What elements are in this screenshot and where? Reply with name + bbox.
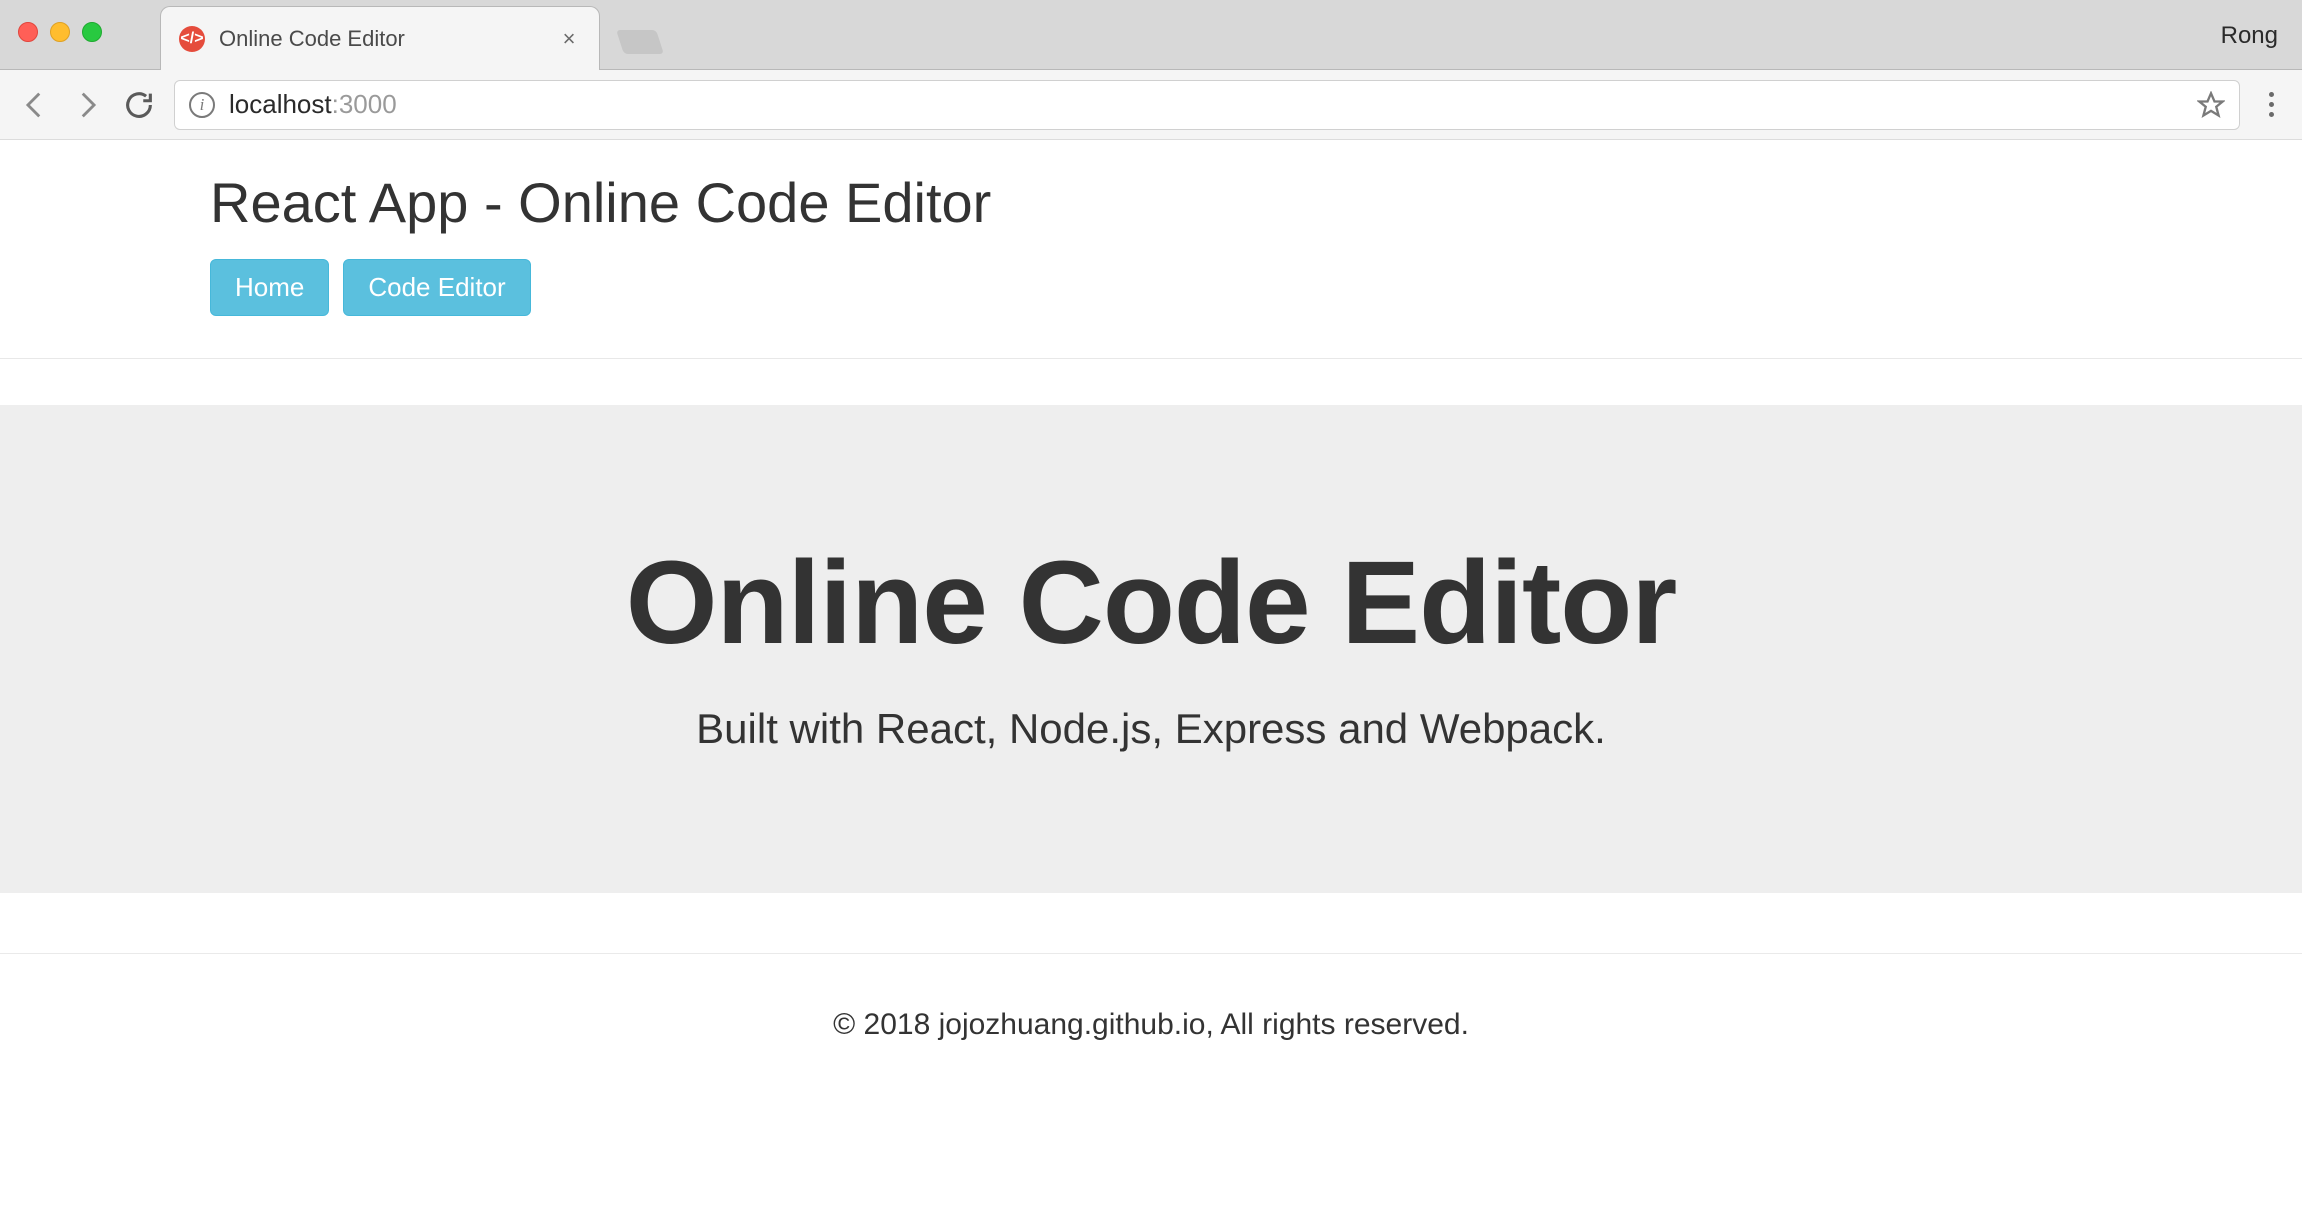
address-bar[interactable]: i localhost:3000 (174, 80, 2240, 130)
window-controls (18, 22, 102, 42)
minimize-window-button[interactable] (50, 22, 70, 42)
reload-icon[interactable] (122, 88, 156, 122)
back-icon[interactable] (18, 88, 52, 122)
bookmark-star-icon[interactable] (2197, 91, 2225, 119)
tab-title: Online Code Editor (219, 26, 543, 52)
new-tab-button[interactable] (616, 30, 664, 54)
maximize-window-button[interactable] (82, 22, 102, 42)
browser-tab[interactable]: </> Online Code Editor × (160, 6, 600, 70)
hero-title: Online Code Editor (0, 535, 2302, 671)
url-port: :3000 (332, 89, 397, 119)
page-title: React App - Online Code Editor (210, 170, 2092, 235)
home-button[interactable]: Home (210, 259, 329, 316)
close-window-button[interactable] (18, 22, 38, 42)
site-info-icon[interactable]: i (189, 92, 215, 118)
hero-subtitle: Built with React, Node.js, Express and W… (0, 705, 2302, 753)
url-text: localhost:3000 (229, 89, 397, 120)
code-editor-button[interactable]: Code Editor (343, 259, 530, 316)
footer-text: © 2018 jojozhuang.github.io, All rights … (0, 1008, 2302, 1042)
browser-title-bar: </> Online Code Editor × Rong (0, 0, 2302, 70)
profile-name[interactable]: Rong (2221, 22, 2278, 50)
nav-button-group: Home Code Editor (210, 259, 2092, 316)
tab-close-icon[interactable]: × (557, 26, 581, 52)
page-footer: © 2018 jojozhuang.github.io, All rights … (0, 953, 2302, 1042)
hero-section: Online Code Editor Built with React, Nod… (0, 405, 2302, 893)
tab-favicon-icon: </> (179, 26, 205, 52)
browser-menu-icon[interactable] (2258, 92, 2284, 117)
browser-toolbar: i localhost:3000 (0, 70, 2302, 140)
url-host: localhost (229, 89, 332, 119)
page-header: React App - Online Code Editor Home Code… (0, 140, 2302, 359)
forward-icon[interactable] (70, 88, 104, 122)
